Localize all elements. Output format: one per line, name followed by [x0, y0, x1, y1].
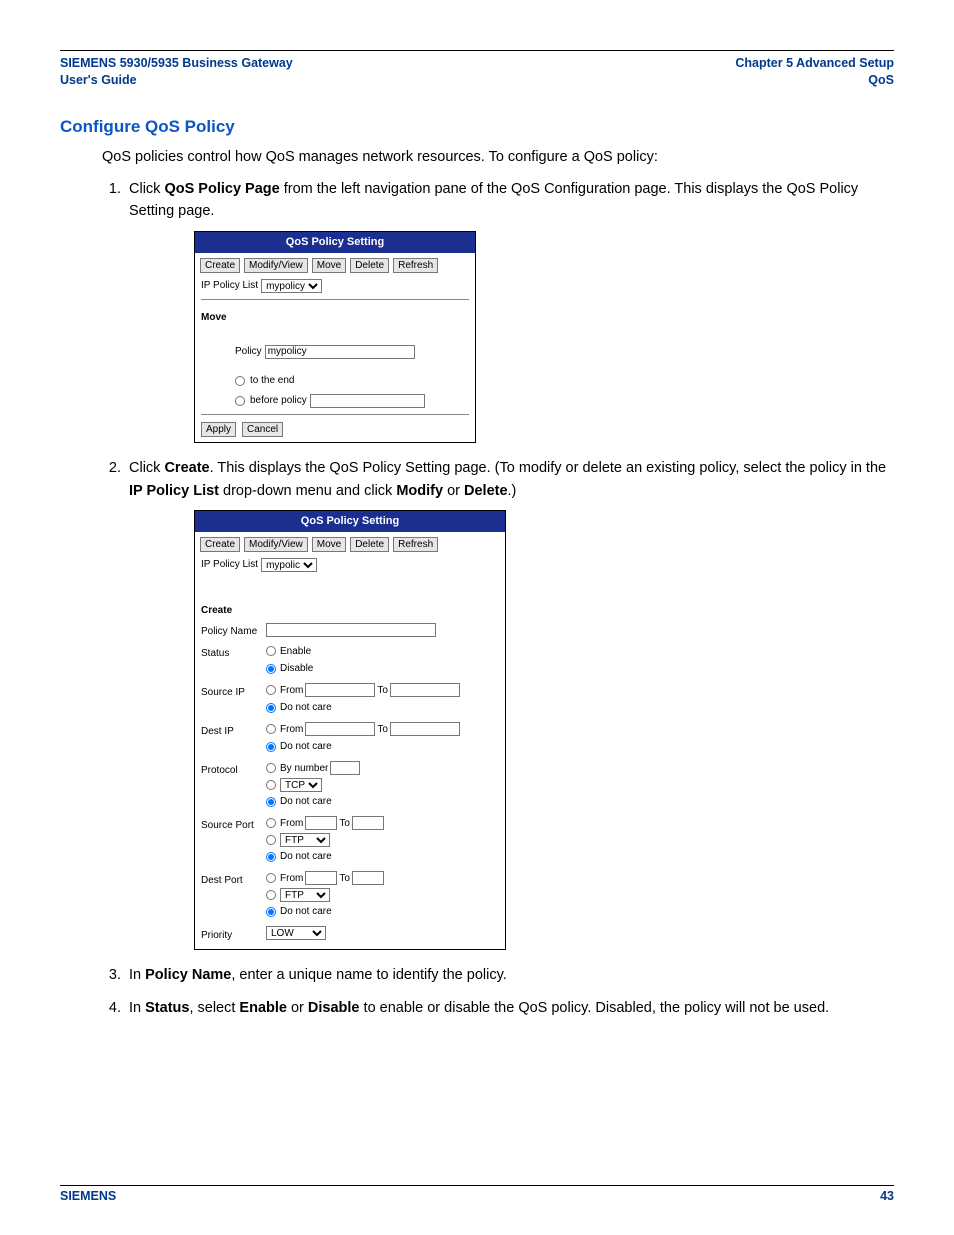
- refresh-button-2[interactable]: Refresh: [393, 537, 438, 552]
- section-title: Configure QoS Policy: [60, 117, 894, 137]
- dstport-to-input[interactable]: [352, 871, 384, 885]
- panel1-title: QoS Policy Setting: [195, 232, 475, 253]
- proto-dnc-radio[interactable]: [266, 797, 276, 807]
- apply-button[interactable]: Apply: [201, 422, 236, 437]
- srcport-ftp-radio[interactable]: [266, 835, 276, 845]
- proto-number-input[interactable]: [330, 761, 360, 775]
- srcip-to-input[interactable]: [390, 683, 460, 697]
- policy-name-label: Policy Name: [201, 622, 266, 640]
- qos-policy-move-panel: QoS Policy Setting Create Modify/View Mo…: [194, 231, 476, 444]
- policy-label: Policy: [235, 344, 262, 360]
- before-policy-label: before policy: [250, 393, 307, 409]
- delete-button[interactable]: Delete: [350, 258, 389, 273]
- proto-select[interactable]: TCP: [280, 778, 322, 792]
- modify-view-button-2[interactable]: Modify/View: [244, 537, 308, 552]
- policy-name-input[interactable]: [266, 623, 436, 637]
- dstport-select[interactable]: FTP: [280, 888, 330, 902]
- policy-input[interactable]: [265, 345, 415, 359]
- to-end-radio[interactable]: [235, 376, 245, 386]
- srcip-dnc-radio[interactable]: [266, 703, 276, 713]
- dest-ip-label: Dest IP: [201, 722, 266, 740]
- srcport-select[interactable]: FTP: [280, 833, 330, 847]
- srcport-from-radio[interactable]: [266, 818, 276, 828]
- panel2-title: QoS Policy Setting: [195, 511, 505, 532]
- page-header: SIEMENS 5930/5935 Business Gateway User'…: [60, 55, 894, 89]
- status-disable-radio[interactable]: [266, 664, 276, 674]
- intro-text: QoS policies control how QoS manages net…: [102, 147, 894, 168]
- dstport-dnc-radio[interactable]: [266, 907, 276, 917]
- priority-label: Priority: [201, 926, 266, 944]
- dstip-dnc-radio[interactable]: [266, 742, 276, 752]
- ip-policy-list-select-2[interactable]: mypolic: [261, 558, 317, 572]
- step-2: Click Create. This displays the QoS Poli…: [125, 457, 894, 950]
- refresh-button[interactable]: Refresh: [393, 258, 438, 273]
- header-right-2: QoS: [735, 72, 894, 89]
- ip-policy-list-label-2: IP Policy List: [201, 557, 258, 573]
- proto-tcp-radio[interactable]: [266, 780, 276, 790]
- modify-view-button[interactable]: Modify/View: [244, 258, 308, 273]
- before-policy-input[interactable]: [310, 394, 425, 408]
- ip-policy-list-label: IP Policy List: [201, 278, 258, 294]
- header-left-1: SIEMENS 5930/5935 Business Gateway: [60, 55, 293, 72]
- source-port-label: Source Port: [201, 816, 266, 834]
- proto-bynum-radio[interactable]: [266, 763, 276, 773]
- page-footer: SIEMENS 43: [60, 1185, 894, 1203]
- header-left-2: User's Guide: [60, 72, 293, 89]
- before-policy-radio[interactable]: [235, 396, 245, 406]
- protocol-label: Protocol: [201, 761, 266, 779]
- srcport-dnc-radio[interactable]: [266, 852, 276, 862]
- move-button-2[interactable]: Move: [312, 537, 346, 552]
- move-button[interactable]: Move: [312, 258, 346, 273]
- status-label: Status: [201, 644, 266, 662]
- priority-select[interactable]: LOW: [266, 926, 326, 940]
- dstport-from-radio[interactable]: [266, 873, 276, 883]
- status-enable-radio[interactable]: [266, 646, 276, 656]
- footer-left: SIEMENS: [60, 1189, 116, 1203]
- ip-policy-list-select[interactable]: mypolicy: [261, 279, 322, 293]
- dstport-from-input[interactable]: [305, 871, 337, 885]
- move-section-label: Move: [195, 304, 475, 328]
- dstip-from-input[interactable]: [305, 722, 375, 736]
- srcip-from-input[interactable]: [305, 683, 375, 697]
- step-3: In Policy Name, enter a unique name to i…: [125, 964, 894, 986]
- create-button[interactable]: Create: [200, 258, 240, 273]
- cancel-button[interactable]: Cancel: [242, 422, 283, 437]
- srcport-to-input[interactable]: [352, 816, 384, 830]
- create-button-2[interactable]: Create: [200, 537, 240, 552]
- dest-port-label: Dest Port: [201, 871, 266, 889]
- srcport-from-input[interactable]: [305, 816, 337, 830]
- dstip-from-radio[interactable]: [266, 724, 276, 734]
- footer-right: 43: [880, 1189, 894, 1203]
- delete-button-2[interactable]: Delete: [350, 537, 389, 552]
- to-end-label: to the end: [250, 373, 294, 389]
- step-1: Click QoS Policy Page from the left navi…: [125, 178, 894, 443]
- srcip-from-radio[interactable]: [266, 685, 276, 695]
- dstip-to-input[interactable]: [390, 722, 460, 736]
- source-ip-label: Source IP: [201, 683, 266, 701]
- create-section-label: Create: [195, 597, 505, 621]
- qos-policy-create-panel: QoS Policy Setting Create Modify/View Mo…: [194, 510, 506, 950]
- step-4: In Status, select Enable or Disable to e…: [125, 997, 894, 1019]
- dstport-ftp-radio[interactable]: [266, 890, 276, 900]
- header-right-1: Chapter 5 Advanced Setup: [735, 55, 894, 72]
